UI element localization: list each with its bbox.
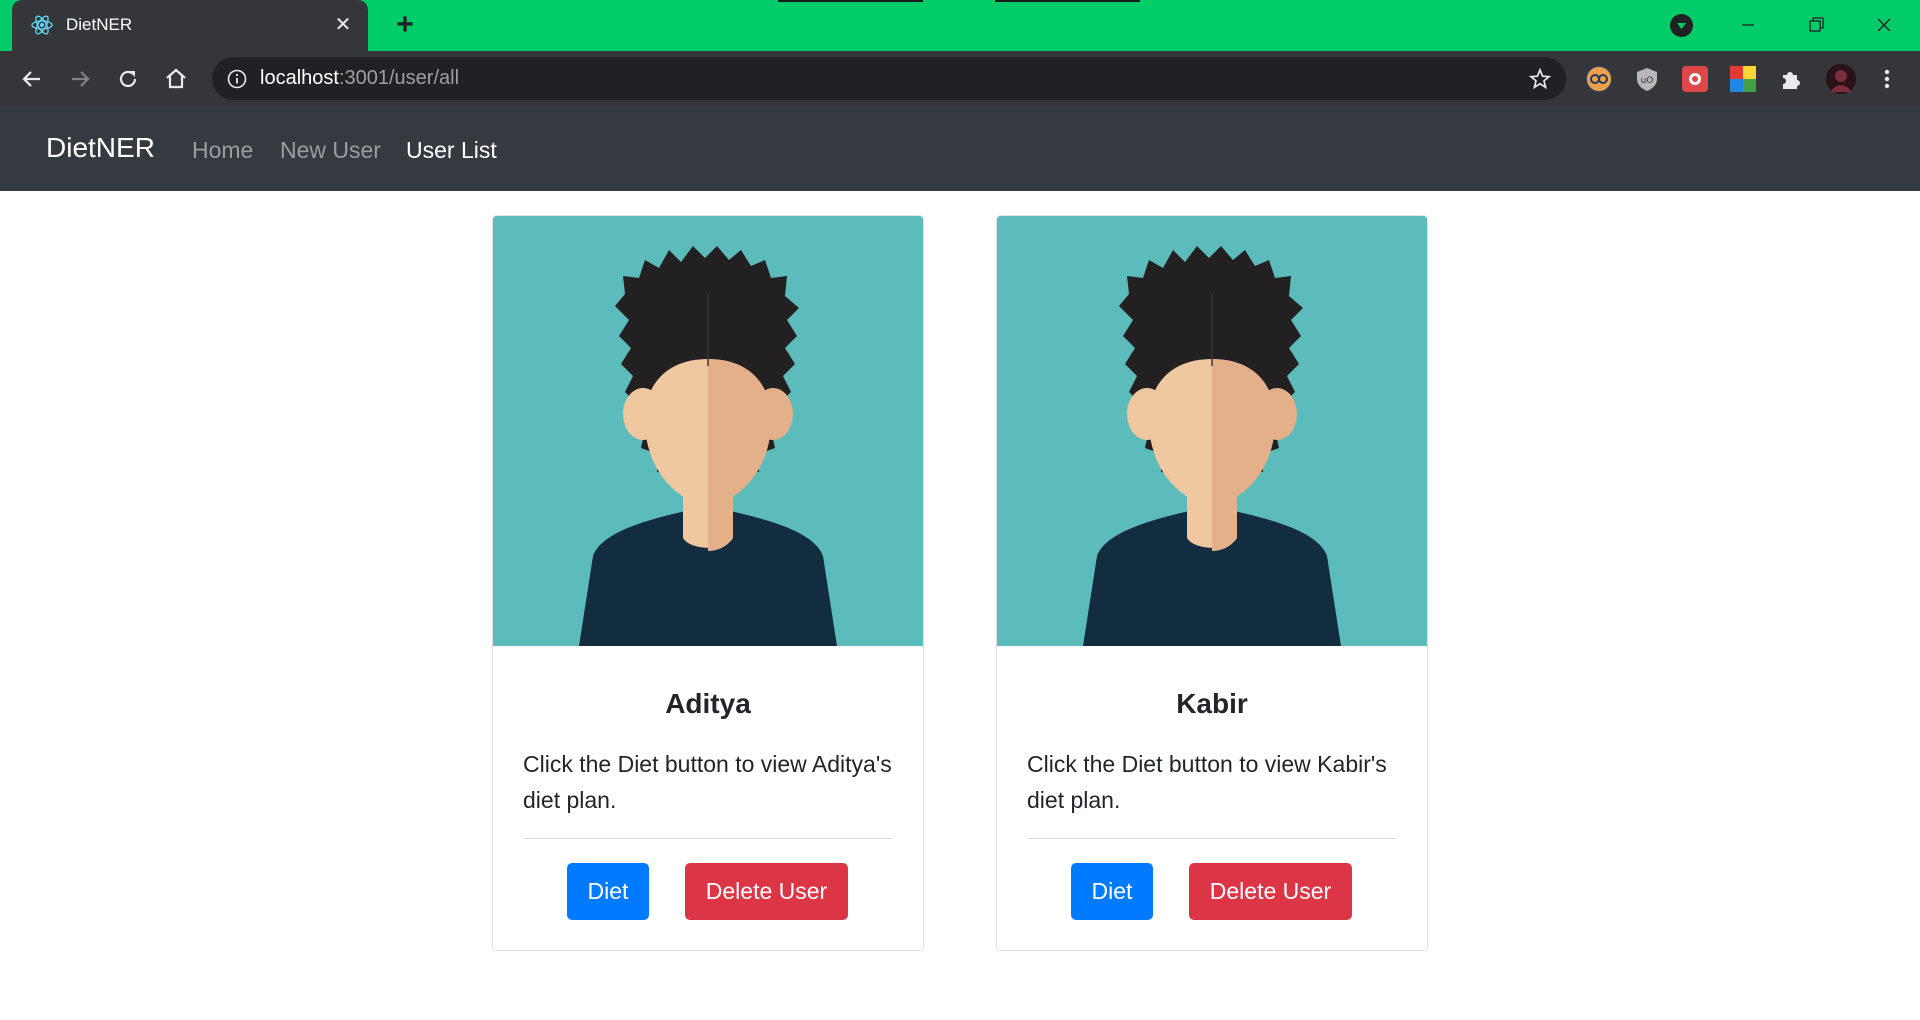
address-bar[interactable]: localhost:3001/user/all (212, 57, 1566, 100)
extension-glasses-icon[interactable] (1586, 66, 1612, 92)
diet-button[interactable]: Diet (1071, 863, 1153, 920)
delete-user-button[interactable]: Delete User (1189, 863, 1352, 920)
user-description: Click the Diet button to view Kabir's di… (1027, 751, 1387, 813)
extensions-icon[interactable] (1778, 66, 1804, 92)
tab-title: DietNER (66, 15, 133, 34)
star-icon[interactable] (1528, 67, 1552, 91)
menu-dots-icon[interactable] (1874, 66, 1900, 92)
browser-tab[interactable]: DietNER ✕ (12, 0, 368, 51)
new-tab-button[interactable]: + (392, 10, 418, 40)
tab-close-icon[interactable]: ✕ (332, 14, 354, 36)
user-name: Aditya (665, 688, 751, 719)
home-icon[interactable] (162, 65, 190, 93)
svg-text:uO: uO (1641, 76, 1654, 86)
titlebar-notch (778, 0, 923, 2)
extension-red-icon[interactable] (1682, 66, 1708, 92)
card-divider (1027, 838, 1397, 839)
minimize-icon[interactable] (1733, 10, 1763, 40)
delete-user-button[interactable]: Delete User (685, 863, 848, 920)
avatar-illustration (493, 216, 923, 646)
close-window-icon[interactable] (1869, 10, 1899, 40)
restore-icon[interactable] (1801, 10, 1831, 40)
reload-icon[interactable] (114, 65, 142, 93)
url-path: :3001/user/all (338, 67, 460, 89)
user-name: Kabir (1176, 688, 1248, 719)
back-arrow-icon[interactable] (18, 65, 46, 93)
profile-avatar-icon[interactable] (1826, 64, 1856, 94)
navbar-brand[interactable]: DietNER (46, 132, 155, 164)
user-card: Kabir Click the Diet button to view Kabi… (996, 215, 1428, 951)
nav-link-home[interactable]: Home (192, 137, 253, 164)
card-divider (523, 838, 893, 839)
info-icon[interactable] (226, 68, 248, 90)
avatar-illustration (997, 216, 1427, 646)
extension-colorful-icon[interactable] (1730, 66, 1756, 92)
app-navbar: DietNER Home New User User List (0, 106, 1920, 191)
browser-toolbar: localhost:3001/user/all uO (0, 51, 1920, 106)
nav-link-new-user[interactable]: New User (280, 137, 381, 164)
nav-link-user-list[interactable]: User List (406, 137, 497, 164)
user-description: Click the Diet button to view Aditya's d… (523, 751, 892, 813)
diet-button[interactable]: Diet (567, 863, 649, 920)
media-control-icon[interactable] (1670, 14, 1693, 37)
url-text[interactable]: localhost:3001/user/all (260, 67, 459, 90)
extension-ublock-icon[interactable]: uO (1634, 66, 1660, 92)
titlebar-notch (995, 0, 1140, 2)
forward-arrow-icon[interactable] (66, 65, 94, 93)
user-card: Aditya Click the Diet button to view Adi… (492, 215, 924, 951)
react-favicon-icon (31, 15, 53, 35)
browser-titlebar: DietNER ✕ + (0, 0, 1920, 51)
url-host: localhost (260, 67, 339, 89)
